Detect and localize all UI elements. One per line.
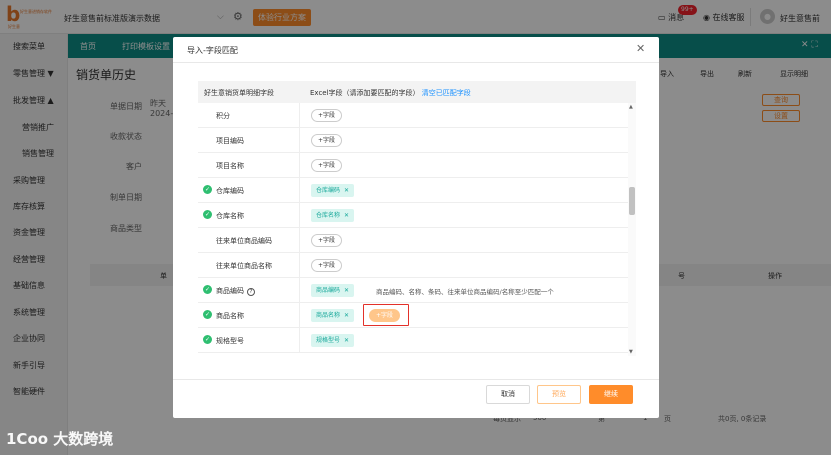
field-name: 项目名称 — [216, 162, 244, 170]
clear-matched-link[interactable]: 清空已匹配字段 — [422, 89, 471, 97]
add-field-button[interactable]: +字段 — [311, 134, 343, 147]
field-name: 商品名称 — [216, 312, 244, 320]
question-icon[interactable]: ? — [247, 288, 255, 296]
matched-field-chip: 仓库编码 ✕ — [311, 184, 355, 197]
remove-icon[interactable]: ✕ — [344, 187, 349, 194]
highlight-box — [363, 304, 409, 326]
remove-icon[interactable]: ✕ — [344, 312, 349, 319]
field-name: 项目编码 — [216, 137, 244, 145]
check-circle-icon: ✓ — [203, 185, 212, 194]
divider — [299, 328, 300, 353]
chip-label: 规格型号 — [316, 337, 341, 344]
field-name: 往来单位商品编码 — [216, 237, 272, 245]
matched-field-chip: 规格型号 ✕ — [311, 334, 355, 347]
divider — [299, 103, 300, 128]
field-match-dialog: 导入-字段匹配 ✕ 好生意销货单明细字段 Excel字段（请添加要匹配的字段） … — [173, 37, 659, 418]
mapping-table-header: 好生意销货单明细字段 Excel字段（请添加要匹配的字段） 清空已匹配字段 — [198, 81, 636, 103]
scrollbar-thumb[interactable] — [629, 187, 635, 215]
table-row: 积分 +字段 — [198, 103, 628, 128]
divider — [299, 203, 300, 228]
field-name: 规格型号 — [216, 337, 244, 345]
field-name: 积分 — [216, 112, 230, 120]
table-row: ✓ 商品名称 商品名称 ✕ +字段 — [198, 303, 628, 328]
table-row: ✓ 规格型号 规格型号 ✕ — [198, 328, 628, 353]
table-row: 往来单位商品名称 +字段 — [198, 253, 628, 278]
table-row: ✓ 商品编码? 商品编码 ✕ 商品编码、名称、条码、往来单位商品编码/名称至少匹配… — [198, 278, 628, 303]
check-circle-icon: ✓ — [203, 285, 212, 294]
mapping-table-body: 积分 +字段 项目编码 +字段 项目名称 +字段 ✓ 仓库编码 仓库编码 ✕ ✓ … — [198, 103, 628, 356]
chip-label: 商品名称 — [316, 312, 341, 319]
matched-field-chip: 商品编码 ✕ — [311, 284, 355, 297]
add-field-button[interactable]: +字段 — [311, 109, 343, 122]
matched-field-chip: 仓库名称 ✕ — [311, 209, 355, 222]
match-hint: 商品编码、名称、条码、往来单位商品编码/名称至少匹配一个 — [376, 288, 554, 296]
scroll-up-icon[interactable]: ▲ — [629, 104, 633, 110]
table-row: 往来单位商品编码 +字段 — [198, 228, 628, 253]
chip-label: 仓库名称 — [316, 212, 341, 219]
dialog-header: 导入-字段匹配 ✕ — [173, 37, 659, 63]
field-name: 往来单位商品名称 — [216, 262, 272, 270]
add-field-button[interactable]: +字段 — [311, 234, 343, 247]
divider — [299, 303, 300, 328]
close-icon[interactable]: ✕ — [636, 42, 645, 55]
divider — [299, 278, 300, 303]
field-name: 仓库名称 — [216, 212, 244, 220]
check-circle-icon: ✓ — [203, 210, 212, 219]
chip-label: 商品编码 — [316, 287, 341, 294]
watermark: 1Coo 大数跨境 — [6, 430, 114, 448]
table-row: 项目名称 +字段 — [198, 153, 628, 178]
col-excel-field: Excel字段（请添加要匹配的字段） — [310, 89, 420, 97]
remove-icon[interactable]: ✕ — [344, 212, 349, 219]
dialog-footer — [173, 379, 659, 418]
divider — [299, 153, 300, 178]
dialog-title: 导入-字段匹配 — [187, 46, 238, 55]
add-field-button[interactable]: +字段 — [311, 259, 343, 272]
col-excel-field-wrap: Excel字段（请添加要匹配的字段） 清空已匹配字段 — [310, 88, 471, 98]
continue-button[interactable]: 继续 — [589, 385, 633, 404]
scroll-down-icon[interactable]: ▼ — [629, 349, 633, 355]
chip-label: 仓库编码 — [316, 187, 341, 194]
divider — [299, 178, 300, 203]
check-circle-icon: ✓ — [203, 310, 212, 319]
divider — [299, 228, 300, 253]
col-detail-field: 好生意销货单明细字段 — [204, 89, 274, 97]
field-name: 商品编码 — [216, 287, 244, 295]
field-name: 仓库编码 — [216, 187, 244, 195]
matched-field-chip: 商品名称 ✕ — [311, 309, 355, 322]
preview-button[interactable]: 预览 — [537, 385, 581, 404]
check-circle-icon: ✓ — [203, 335, 212, 344]
field-name-wrap: 商品编码? — [216, 286, 255, 296]
table-row: ✓ 仓库名称 仓库名称 ✕ — [198, 203, 628, 228]
divider — [299, 253, 300, 278]
scrollbar-track[interactable] — [628, 103, 636, 356]
cancel-button[interactable]: 取消 — [486, 385, 530, 404]
remove-icon[interactable]: ✕ — [344, 287, 349, 294]
table-row: 项目编码 +字段 — [198, 128, 628, 153]
add-field-button[interactable]: +字段 — [311, 159, 343, 172]
remove-icon[interactable]: ✕ — [344, 337, 349, 344]
table-row: ✓ 仓库编码 仓库编码 ✕ — [198, 178, 628, 203]
divider — [299, 128, 300, 153]
